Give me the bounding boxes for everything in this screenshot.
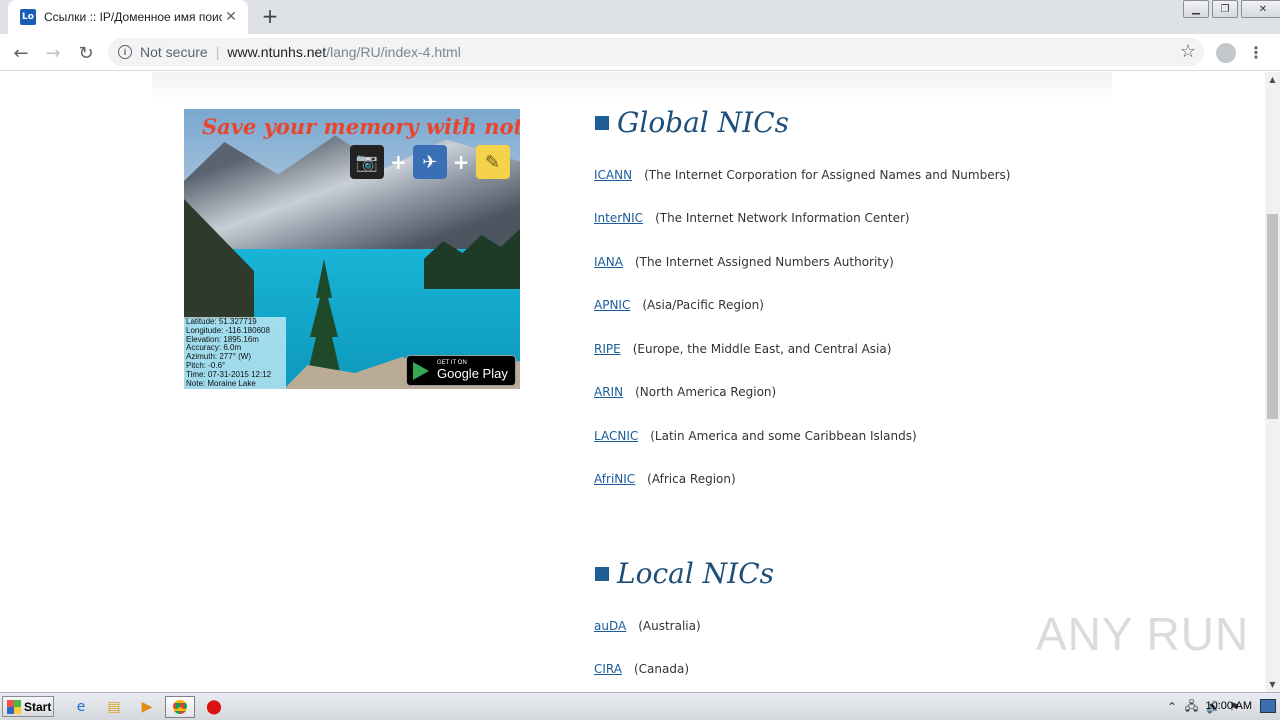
show-desktop-icon[interactable] bbox=[1260, 699, 1276, 713]
taskbar: Start e ▤ ▶ ⬤ ⌃ 🖧 🔊 ⚑ 10:00 AM bbox=[0, 692, 1280, 720]
network-icon[interactable]: 🖧 bbox=[1185, 697, 1198, 718]
file-explorer-icon[interactable]: ▤ bbox=[103, 697, 125, 717]
nic-link[interactable]: LACNIC bbox=[594, 429, 638, 443]
back-arrow-icon[interactable]: ← bbox=[8, 40, 34, 66]
nic-desc: (Latin America and some Caribbean Island… bbox=[650, 429, 917, 443]
plus-icon: + bbox=[390, 150, 407, 174]
nic-desc: (Africa Region) bbox=[647, 472, 736, 486]
watermark: ANY RUN bbox=[1036, 608, 1250, 660]
info-icon[interactable]: i bbox=[118, 45, 132, 59]
security-label: Not secure bbox=[140, 44, 208, 60]
tray-expand-icon[interactable]: ⌃ bbox=[1167, 700, 1177, 714]
nic-link[interactable]: IANA bbox=[594, 255, 623, 269]
meta-line: Note: Moraine Lake bbox=[186, 378, 256, 388]
ad-photo-metadata: Latitude: 51.327719 Longitude: -116.1806… bbox=[184, 317, 286, 389]
header-band bbox=[152, 72, 1112, 104]
minimize-icon[interactable]: ▁ bbox=[1183, 0, 1209, 18]
forward-arrow-icon[interactable]: → bbox=[40, 40, 66, 66]
media-player-icon[interactable]: ▶ bbox=[136, 697, 158, 717]
clock[interactable]: 10:00 AM bbox=[1206, 700, 1252, 712]
nic-link[interactable]: CIRA bbox=[594, 662, 622, 676]
list-item: ARIN (North America Region) bbox=[594, 385, 776, 399]
nic-link[interactable]: ARIN bbox=[594, 385, 623, 399]
ad-banner[interactable]: Save your memory with notes 📷 + ✈ + ✎ La… bbox=[184, 109, 520, 389]
camera-icon: 📷 bbox=[350, 145, 384, 179]
bullet-square-icon bbox=[595, 567, 609, 581]
vertical-scrollbar[interactable]: ▲ ▼ bbox=[1265, 72, 1280, 692]
list-item: RIPE (Europe, the Middle East, and Centra… bbox=[594, 342, 891, 356]
scrollbar-thumb[interactable] bbox=[1267, 214, 1278, 419]
local-nics-heading: Local NICs bbox=[595, 557, 774, 590]
site-favicon-icon: Lo bbox=[20, 9, 36, 25]
store-big-text: Google Play bbox=[437, 366, 508, 381]
ad-headline: Save your memory with notes bbox=[202, 114, 520, 139]
list-item: ICANN (The Internet Corporation for Assig… bbox=[594, 168, 1010, 182]
menu-dots-icon[interactable]: ⋮ bbox=[1248, 43, 1264, 62]
nic-link[interactable]: ICANN bbox=[594, 168, 632, 182]
global-nics-heading: Global NICs bbox=[595, 106, 789, 139]
gps-pin-icon: ✈ bbox=[412, 145, 447, 179]
nic-desc: (Canada) bbox=[633, 662, 690, 676]
local-nics-title: Local NICs bbox=[617, 557, 775, 590]
windows-logo-icon bbox=[7, 699, 21, 714]
list-item: InterNIC (The Internet Network Informatio… bbox=[594, 211, 910, 225]
tab-title: Ссылки :: IP/Доменное имя поиска bbox=[44, 10, 222, 24]
bookmark-star-icon[interactable]: ☆ bbox=[1180, 41, 1196, 62]
window-controls: ▁ ❐ ✕ bbox=[1180, 0, 1280, 20]
scroll-down-icon[interactable]: ▼ bbox=[1265, 677, 1280, 692]
nic-desc: (Asia/Pacific Region) bbox=[642, 298, 764, 312]
url-host: www.ntunhs.net bbox=[227, 44, 327, 60]
tab-close-icon[interactable]: ✕ bbox=[222, 9, 240, 25]
new-tab-button[interactable]: + bbox=[258, 4, 282, 28]
list-item: IANA (The Internet Assigned Numbers Autho… bbox=[594, 255, 894, 269]
start-button[interactable]: Start bbox=[2, 696, 54, 717]
scroll-up-icon[interactable]: ▲ bbox=[1265, 72, 1280, 87]
omnibox-divider: | bbox=[215, 44, 220, 60]
google-play-badge[interactable]: GET IT ON Google Play bbox=[406, 355, 516, 386]
chrome-icon[interactable] bbox=[165, 696, 195, 718]
reload-icon[interactable]: ↻ bbox=[73, 40, 99, 66]
nic-link[interactable]: auDA bbox=[594, 619, 626, 633]
nic-desc: (The Internet Corporation for Assigned N… bbox=[644, 168, 1011, 182]
nic-desc: (North America Region) bbox=[635, 385, 777, 399]
close-window-icon[interactable]: ✕ bbox=[1241, 0, 1280, 18]
list-item: CIRA (Canada) bbox=[594, 662, 689, 676]
page-viewport: Save your memory with notes 📷 + ✈ + ✎ La… bbox=[0, 72, 1265, 692]
nic-desc: (The Internet Assigned Numbers Authority… bbox=[634, 255, 894, 269]
nic-link[interactable]: APNIC bbox=[594, 298, 630, 312]
play-store-icon bbox=[413, 361, 429, 380]
plus-icon: + bbox=[452, 150, 470, 174]
nic-desc: (Europe, the Middle East, and Central As… bbox=[632, 342, 892, 356]
antivirus-icon[interactable]: ⬤ bbox=[203, 697, 225, 717]
list-item: auDA (Australia) bbox=[594, 619, 701, 633]
nic-link[interactable]: InterNIC bbox=[594, 211, 643, 225]
browser-tab[interactable]: Lo Ссылки :: IP/Доменное имя поиска ✕ bbox=[8, 0, 248, 34]
restore-icon[interactable]: ❐ bbox=[1212, 0, 1238, 18]
internet-explorer-icon[interactable]: e bbox=[70, 697, 92, 717]
browser-toolbar: ← → ↻ i Not secure | www.ntunhs.net /lan… bbox=[0, 34, 1280, 71]
list-item: AfriNIC (Africa Region) bbox=[594, 472, 736, 486]
list-item: APNIC (Asia/Pacific Region) bbox=[594, 298, 764, 312]
ad-feature-icons: 📷 + ✈ + ✎ bbox=[350, 145, 510, 179]
tab-strip: Lo Ссылки :: IP/Доменное имя поиска ✕ + … bbox=[0, 0, 1280, 34]
nic-link[interactable]: AfriNIC bbox=[594, 472, 635, 486]
sticky-note-icon: ✎ bbox=[475, 145, 510, 179]
list-item: LACNIC (Latin America and some Caribbean … bbox=[594, 429, 917, 443]
address-bar[interactable]: i Not secure | www.ntunhs.net /lang/RU/i… bbox=[108, 38, 1204, 66]
nic-desc: (The Internet Network Information Center… bbox=[655, 211, 910, 225]
nic-desc: (Australia) bbox=[638, 619, 701, 633]
bullet-square-icon bbox=[595, 116, 609, 130]
start-label: Start bbox=[24, 699, 52, 714]
nic-link[interactable]: RIPE bbox=[594, 342, 621, 356]
global-nics-title: Global NICs bbox=[617, 106, 790, 139]
url-path: /lang/RU/index-4.html bbox=[326, 44, 461, 60]
profile-avatar-icon[interactable] bbox=[1216, 43, 1236, 63]
